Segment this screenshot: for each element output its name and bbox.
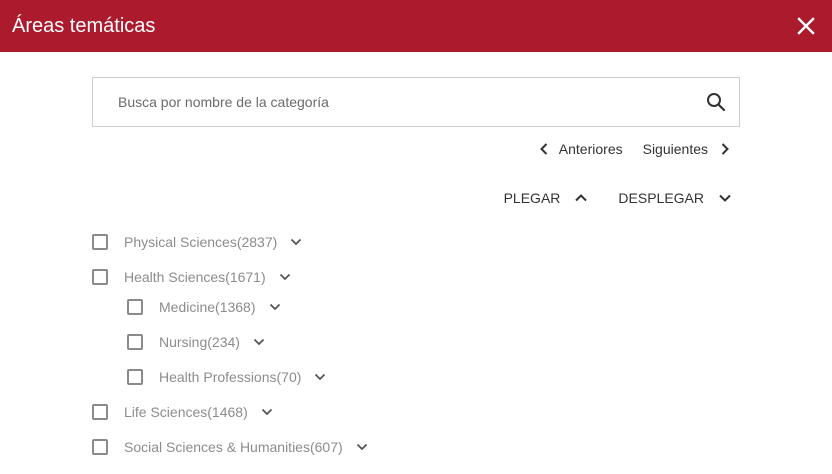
chevron-right-icon [718, 142, 732, 156]
chevron-down-icon[interactable] [355, 440, 369, 454]
close-button[interactable] [794, 14, 818, 38]
chevron-down-icon[interactable] [252, 335, 266, 349]
tree-item-social-sciences-humanities: Social Sciences & Humanities(607) [92, 429, 369, 464]
chevron-down-icon[interactable] [268, 300, 282, 314]
search-input[interactable] [93, 78, 705, 126]
expand-label: DESPLEGAR [618, 190, 704, 206]
search-box [92, 77, 740, 127]
chevron-down-icon[interactable] [278, 270, 292, 284]
previous-button[interactable]: Anteriores [537, 141, 623, 157]
chevron-down-icon[interactable] [289, 235, 303, 249]
tree-item-label: Life Sciences(1468) [124, 403, 248, 420]
tree-item-label: Health Sciences(1671) [124, 268, 266, 285]
checkbox-nursing[interactable] [127, 333, 143, 350]
tree-item-label: Health Professions(70) [159, 368, 302, 385]
category-tree: Physical Sciences(2837) Health Sciences(… [92, 224, 369, 464]
checkbox-life-sciences[interactable] [92, 403, 108, 420]
pagination: Anteriores Siguientes [537, 138, 732, 160]
checkbox-physical-sciences[interactable] [92, 233, 108, 250]
chevron-down-icon [718, 191, 732, 205]
tree-item-label: Social Sciences & Humanities(607) [124, 438, 343, 455]
previous-label: Anteriores [558, 141, 623, 157]
search-icon [707, 93, 726, 112]
expand-all-button[interactable]: DESPLEGAR [618, 190, 732, 206]
next-label: Siguientes [642, 141, 708, 157]
tree-item-label: Physical Sciences(2837) [124, 233, 278, 250]
subject-areas-dialog: Áreas temáticas Anteriores Siguientes [0, 0, 832, 474]
collapse-label: PLEGAR [503, 190, 561, 206]
chevron-down-icon[interactable] [313, 370, 327, 384]
tree-item-physical-sciences: Physical Sciences(2837) [92, 224, 369, 259]
fold-controls: PLEGAR DESPLEGAR [504, 187, 732, 209]
collapse-all-button[interactable]: PLEGAR [504, 190, 589, 206]
chevron-down-icon[interactable] [260, 405, 274, 419]
checkbox-social-sciences-humanities[interactable] [92, 438, 108, 455]
tree-item-medicine: Medicine(1368) [127, 289, 369, 324]
chevron-left-icon [537, 142, 551, 156]
dialog-header: Áreas temáticas [0, 0, 832, 52]
search-button[interactable] [705, 91, 727, 113]
checkbox-health-sciences[interactable] [92, 268, 108, 285]
close-icon [797, 17, 815, 35]
tree-item-health-professions: Health Professions(70) [127, 359, 369, 394]
chevron-up-icon [574, 191, 588, 205]
tree-item-nursing: Nursing(234) [127, 324, 369, 359]
tree-item-label: Medicine(1368) [159, 298, 256, 315]
dialog-title: Áreas temáticas [12, 14, 156, 37]
tree-item-label: Nursing(234) [159, 333, 240, 350]
next-button[interactable]: Siguientes [643, 141, 732, 157]
tree-item-life-sciences: Life Sciences(1468) [92, 394, 369, 429]
checkbox-medicine[interactable] [127, 298, 143, 315]
checkbox-health-professions[interactable] [127, 368, 143, 385]
